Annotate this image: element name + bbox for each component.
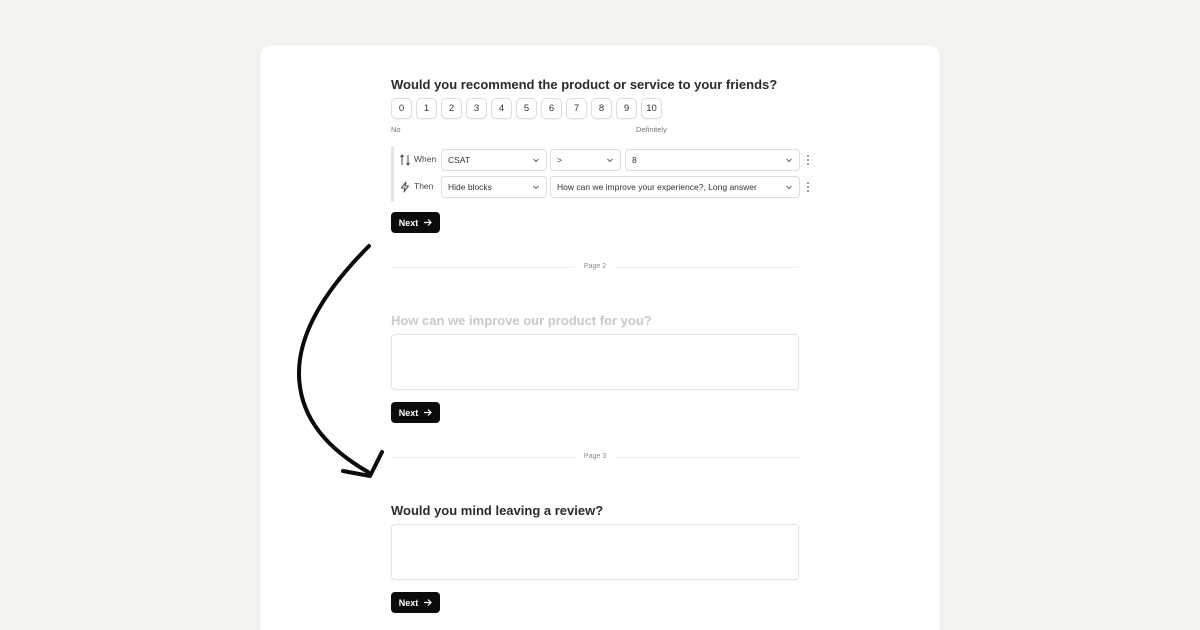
chevron-down-icon (607, 158, 613, 163)
chevron-down-icon (786, 185, 792, 190)
page-divider: Page 3 (391, 453, 799, 460)
action-target-select[interactable]: How can we improve your experience?, Lon… (550, 176, 800, 198)
logic-then-row: Then Hide blocks How can we improve your… (394, 176, 814, 198)
condition-value: 8 (632, 155, 637, 165)
kebab-icon[interactable] (806, 180, 810, 194)
arrow-right-icon (424, 219, 433, 226)
question-2-title: How can we improve our product for you? (391, 313, 652, 328)
rating-option-1[interactable]: 1 (416, 98, 437, 119)
action-value: Hide blocks (448, 182, 492, 192)
condition-field-select[interactable]: CSAT (441, 149, 547, 171)
action-target-value: How can we improve your experience?, Lon… (557, 182, 757, 192)
page-label: Page 2 (583, 263, 607, 270)
branch-icon (400, 154, 410, 166)
next-button-label: Next (398, 217, 419, 228)
chevron-down-icon (533, 158, 539, 163)
then-label: Then (414, 181, 434, 191)
condition-field-value: CSAT (448, 155, 471, 165)
answer-textarea[interactable] (391, 334, 799, 390)
next-button[interactable]: Next (391, 212, 440, 233)
condition-operator-value: > (557, 155, 562, 165)
next-button-label: Next (398, 407, 419, 418)
chevron-down-icon (786, 158, 792, 163)
curved-arrow (296, 244, 384, 478)
rating-option-8[interactable]: 8 (591, 98, 612, 119)
logic-block: When CSAT > 8 Then Hide blocks How can w… (391, 146, 811, 202)
condition-operator-select[interactable]: > (550, 149, 621, 171)
logic-when-row: When CSAT > 8 (394, 149, 814, 171)
review-textarea[interactable] (391, 524, 799, 580)
rating-option-4[interactable]: 4 (491, 98, 512, 119)
action-select[interactable]: Hide blocks (441, 176, 547, 198)
scale-low-label: No (391, 125, 401, 134)
next-button[interactable]: Next (391, 592, 440, 613)
rating-option-3[interactable]: 3 (466, 98, 487, 119)
next-button-label: Next (398, 597, 419, 608)
rating-option-2[interactable]: 2 (441, 98, 462, 119)
question-3-title: Would you mind leaving a review? (391, 503, 604, 518)
rating-option-9[interactable]: 9 (616, 98, 637, 119)
kebab-icon[interactable] (806, 153, 810, 167)
rating-option-7[interactable]: 7 (566, 98, 587, 119)
rating-option-0[interactable]: 0 (391, 98, 412, 119)
arrow-right-icon (424, 409, 433, 416)
page-label: Page 3 (583, 453, 607, 460)
rating-option-6[interactable]: 6 (541, 98, 562, 119)
condition-value-select[interactable]: 8 (625, 149, 800, 171)
when-label: When (414, 154, 437, 164)
question-1-title: Would you recommend the product or servi… (391, 77, 778, 92)
rating-option-10[interactable]: 10 (641, 98, 662, 119)
rating-option-5[interactable]: 5 (516, 98, 537, 119)
page-divider: Page 2 (391, 263, 799, 270)
arrow-right-icon (424, 599, 433, 606)
bolt-icon (401, 181, 409, 193)
rating-scale: 0 1 2 3 4 5 6 7 8 9 10 (391, 98, 662, 119)
scale-high-label: Definitely (636, 125, 667, 134)
chevron-down-icon (533, 185, 539, 190)
